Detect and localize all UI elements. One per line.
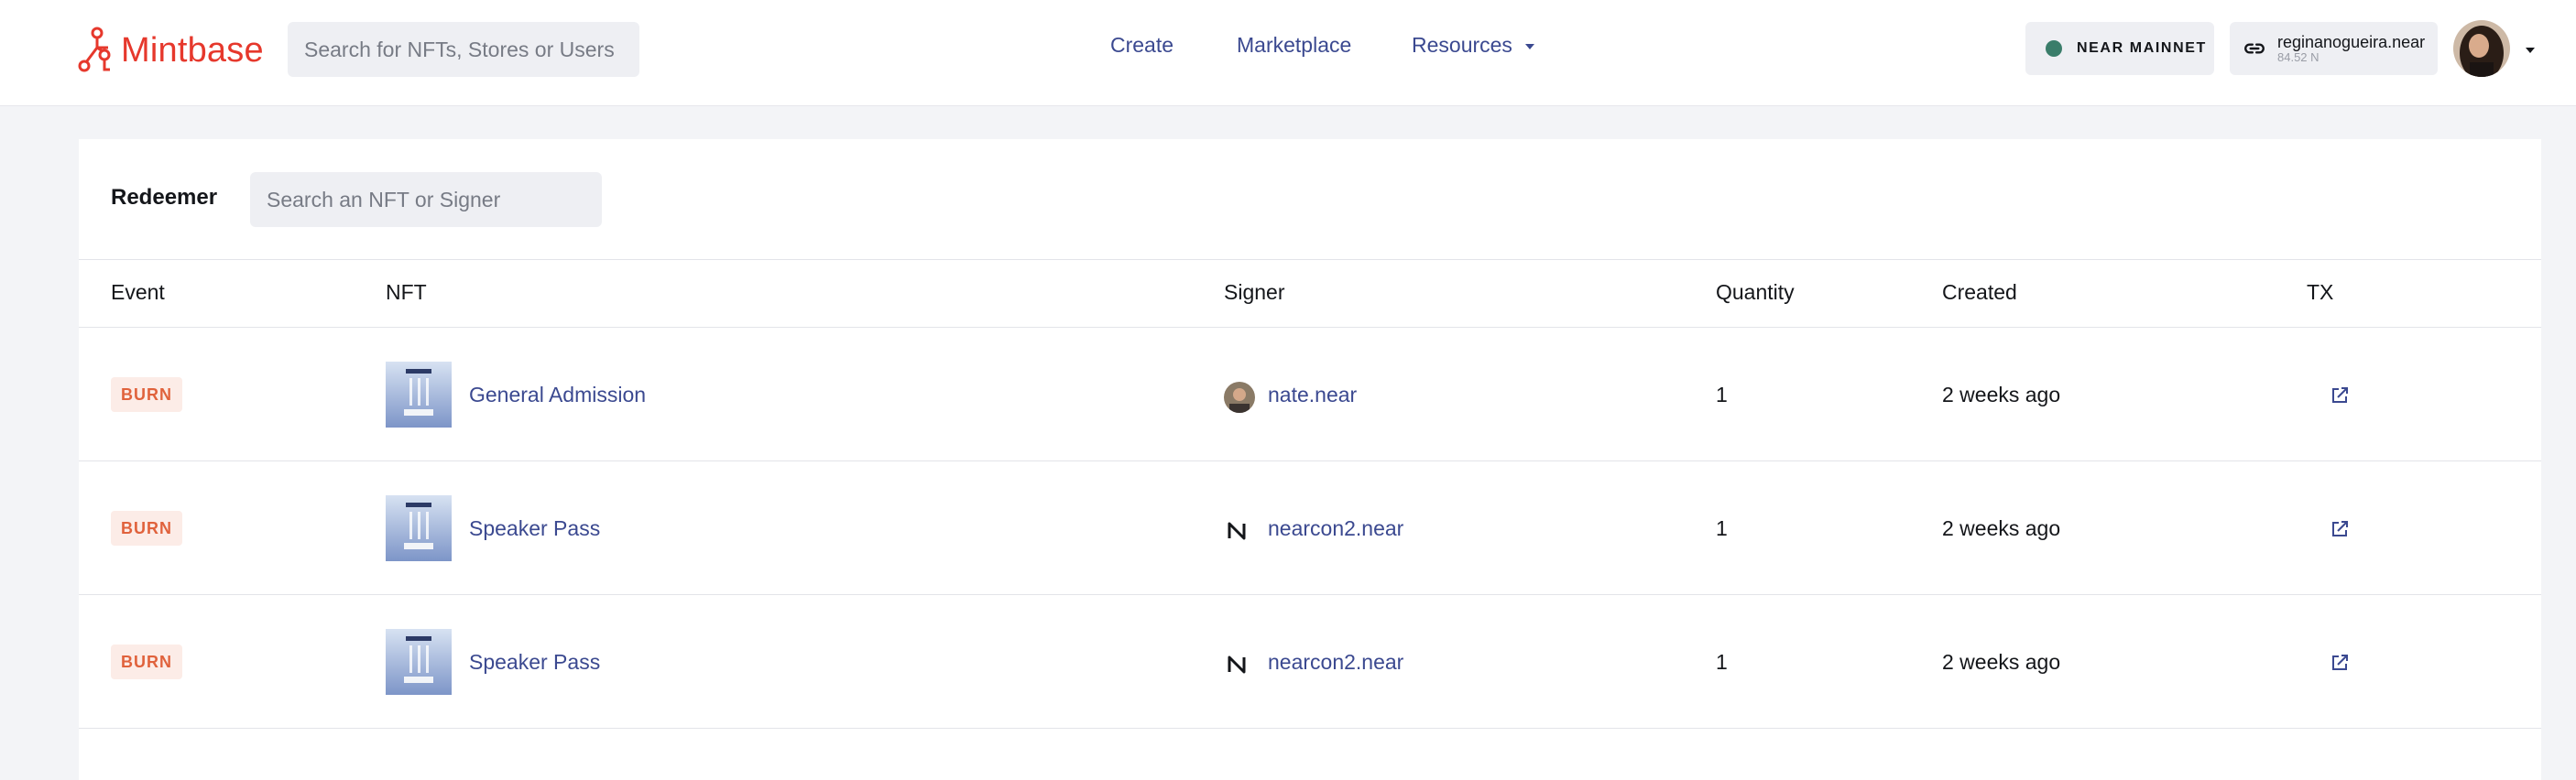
account-name: reginanogueira.near bbox=[2277, 33, 2426, 51]
external-link-icon[interactable] bbox=[2329, 385, 2351, 406]
event-badge: BURN bbox=[111, 511, 182, 546]
nft-link[interactable]: Speaker Pass bbox=[469, 650, 600, 675]
nft-link[interactable]: Speaker Pass bbox=[469, 516, 600, 541]
account-balance: 84.52 N bbox=[2277, 50, 2319, 64]
top-header: Mintbase Create Marketplace Resources NE… bbox=[0, 0, 2576, 106]
nav-resources-label: Resources bbox=[1412, 33, 1512, 57]
redeemer-panel: Redeemer Event NFT Signer Quantity Creat… bbox=[79, 139, 2541, 780]
network-status-dot bbox=[2046, 40, 2062, 57]
quantity-value: 1 bbox=[1716, 650, 1728, 674]
mintbase-logo[interactable]: Mintbase bbox=[77, 26, 264, 75]
column-header-event: Event bbox=[111, 280, 165, 304]
quantity-value: 1 bbox=[1716, 516, 1728, 540]
signer-link[interactable]: nearcon2.near bbox=[1268, 650, 1403, 675]
column-header-signer: Signer bbox=[1224, 280, 1285, 304]
account-menu-chevron-down-icon[interactable] bbox=[2526, 48, 2535, 53]
column-header-nft: NFT bbox=[386, 280, 427, 304]
network-label: NEAR MAINNET bbox=[2077, 40, 2207, 56]
panel-title: Redeemer bbox=[111, 185, 218, 210]
column-header-created: Created bbox=[1942, 280, 2017, 304]
external-link-icon[interactable] bbox=[2329, 518, 2351, 540]
table-row: BURN Speaker Pass nearcon2.near 1 2 week… bbox=[79, 461, 2541, 595]
created-value: 2 weeks ago bbox=[1942, 516, 2061, 540]
global-search-input[interactable] bbox=[288, 22, 639, 77]
nft-thumbnail[interactable] bbox=[386, 495, 452, 561]
nft-thumbnail[interactable] bbox=[386, 362, 452, 428]
table-row: BURN General Admission nate.near 1 2 wee… bbox=[79, 328, 2541, 461]
event-badge: BURN bbox=[111, 377, 182, 412]
column-header-tx: TX bbox=[2307, 280, 2334, 304]
created-value: 2 weeks ago bbox=[1942, 383, 2061, 406]
signer-link[interactable]: nearcon2.near bbox=[1268, 516, 1403, 541]
nav-marketplace-link[interactable]: Marketplace bbox=[1237, 33, 1351, 58]
table-header: Event NFT Signer Quantity Created TX bbox=[79, 259, 2541, 328]
link-icon bbox=[2244, 43, 2265, 54]
nft-signer-search-input[interactable] bbox=[250, 172, 602, 227]
table-row: BURN Speaker Pass nearcon2.near 1 2 week… bbox=[79, 595, 2541, 729]
nft-link[interactable]: General Admission bbox=[469, 383, 646, 407]
network-selector-button[interactable]: NEAR MAINNET bbox=[2025, 22, 2214, 75]
event-badge: BURN bbox=[111, 645, 182, 679]
user-avatar[interactable] bbox=[2453, 20, 2510, 77]
signer-avatar bbox=[1224, 382, 1255, 413]
nav-resources-dropdown[interactable]: Resources bbox=[1412, 33, 1534, 58]
nft-thumbnail[interactable] bbox=[386, 629, 452, 695]
chevron-down-icon bbox=[1524, 43, 1534, 49]
near-logo-icon bbox=[1228, 655, 1246, 674]
logo-text: Mintbase bbox=[121, 30, 264, 70]
column-header-quantity: Quantity bbox=[1716, 280, 1795, 304]
quantity-value: 1 bbox=[1716, 383, 1728, 406]
near-logo-icon bbox=[1228, 522, 1246, 540]
signer-link[interactable]: nate.near bbox=[1268, 383, 1357, 407]
nav-create-link[interactable]: Create bbox=[1110, 33, 1173, 58]
account-button[interactable]: reginanogueira.near 84.52 N bbox=[2230, 22, 2438, 75]
created-value: 2 weeks ago bbox=[1942, 650, 2061, 674]
external-link-icon[interactable] bbox=[2329, 652, 2351, 674]
mintbase-logo-icon bbox=[78, 27, 111, 72]
